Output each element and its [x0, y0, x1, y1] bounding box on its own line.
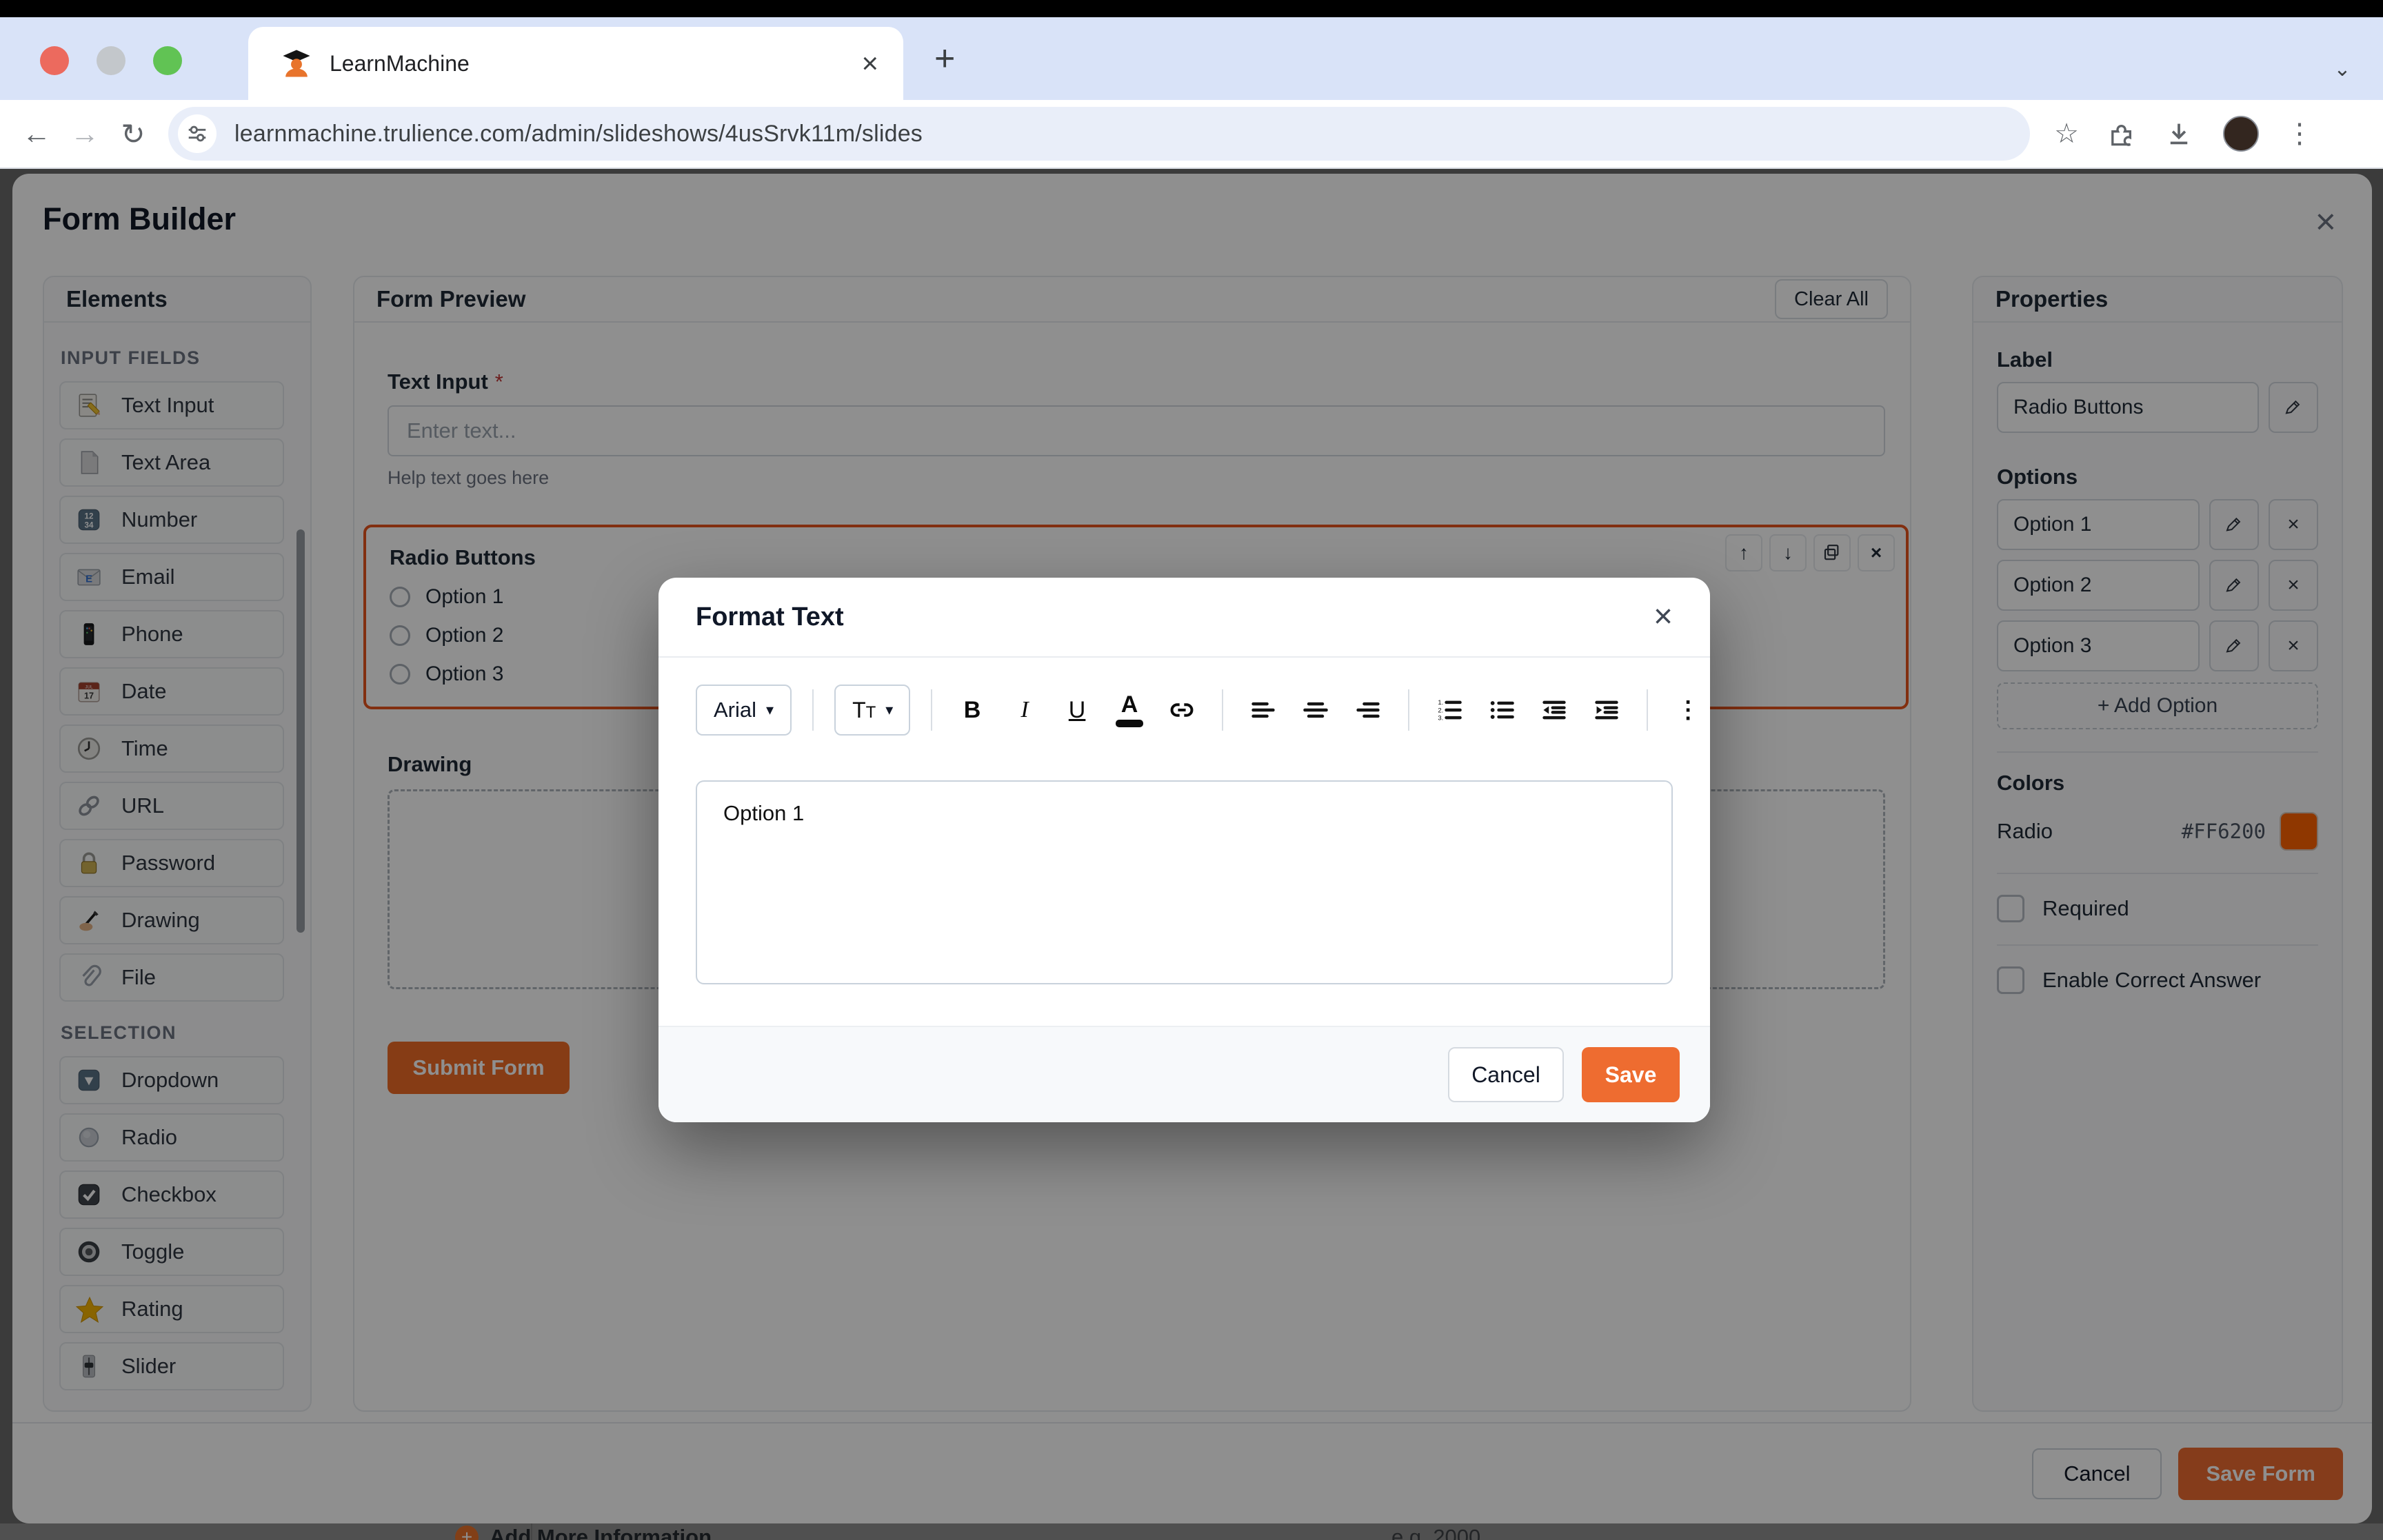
- align-left-button[interactable]: [1244, 691, 1283, 729]
- indent-icon: [1593, 696, 1620, 724]
- outdent-icon: [1540, 696, 1568, 724]
- browser-toolbar: ← → ↻ learnmachine.trulience.com/admin/s…: [0, 100, 2383, 169]
- insert-link-button[interactable]: [1163, 691, 1201, 729]
- forward-icon[interactable]: →: [61, 117, 109, 150]
- profile-avatar[interactable]: [2223, 116, 2259, 152]
- text-color-button[interactable]: A: [1110, 691, 1149, 729]
- link-icon: [1168, 696, 1196, 724]
- downloads-icon[interactable]: [2165, 120, 2200, 148]
- dialog-close-icon[interactable]: ×: [1653, 600, 1673, 634]
- site-favicon: [281, 48, 312, 79]
- align-center-icon: [1302, 696, 1329, 724]
- screen-top-bar: [0, 0, 2383, 17]
- minimize-window-button[interactable]: [97, 46, 125, 75]
- divider: [931, 689, 932, 731]
- url-text: learnmachine.trulience.com/admin/slidesh…: [234, 121, 923, 148]
- tab-title: LearnMachine: [330, 51, 861, 77]
- divider: [1408, 689, 1409, 731]
- tab-search-chevron-icon[interactable]: ⌄: [2322, 49, 2362, 89]
- ordered-list-icon: 1.2.3.: [1436, 696, 1463, 724]
- outdent-button[interactable]: [1535, 691, 1573, 729]
- format-toolbar: Arial ▾ TT ▾ B I U A 1.2.3. ⋮: [658, 658, 1710, 762]
- font-size-select[interactable]: TT ▾: [834, 685, 910, 736]
- rich-text-editor[interactable]: Option 1: [696, 780, 1673, 984]
- align-right-button[interactable]: [1349, 691, 1387, 729]
- bullet-list-icon: [1488, 696, 1516, 724]
- current-color-bar: [1116, 720, 1143, 727]
- text-size-icon: TT: [852, 698, 876, 723]
- svg-text:3.: 3.: [1438, 714, 1443, 722]
- format-text-dialog: Format Text × Arial ▾ TT ▾ B I U A 1.2.3…: [658, 578, 1710, 1122]
- extensions-icon[interactable]: [2107, 120, 2142, 148]
- chevron-down-icon: ▾: [766, 701, 774, 719]
- new-tab-button[interactable]: +: [934, 38, 955, 79]
- font-family-select[interactable]: Arial ▾: [696, 685, 792, 736]
- divider: [812, 689, 814, 731]
- bold-button[interactable]: B: [953, 691, 992, 729]
- close-window-button[interactable]: [40, 46, 69, 75]
- svg-text:1.: 1.: [1438, 699, 1443, 707]
- window-controls[interactable]: [40, 46, 182, 75]
- divider: [1647, 689, 1648, 731]
- url-bar[interactable]: learnmachine.trulience.com/admin/slidesh…: [168, 107, 2030, 161]
- divider: [1222, 689, 1223, 731]
- ordered-list-button[interactable]: 1.2.3.: [1430, 691, 1469, 729]
- dialog-cancel-button[interactable]: Cancel: [1448, 1047, 1564, 1102]
- site-info-icon[interactable]: [178, 114, 217, 153]
- align-right-icon: [1354, 696, 1382, 724]
- back-icon[interactable]: ←: [12, 117, 61, 150]
- bookmark-star-icon[interactable]: ☆: [2049, 118, 2084, 150]
- browser-tab[interactable]: LearnMachine ×: [248, 27, 903, 100]
- tab-close-icon[interactable]: ×: [861, 47, 878, 80]
- align-center-button[interactable]: [1296, 691, 1335, 729]
- zoom-window-button[interactable]: [153, 46, 182, 75]
- browser-tab-strip: LearnMachine × + ⌄: [0, 17, 2383, 100]
- chrome-menu-kebab-icon[interactable]: ⋮: [2282, 118, 2317, 150]
- italic-button[interactable]: I: [1005, 691, 1044, 729]
- dialog-footer: Cancel Save: [658, 1026, 1710, 1122]
- more-options-kebab-icon[interactable]: ⋮: [1669, 691, 1707, 729]
- dialog-save-button[interactable]: Save: [1582, 1047, 1680, 1102]
- align-left-icon: [1249, 696, 1277, 724]
- indent-button[interactable]: [1587, 691, 1626, 729]
- reload-icon[interactable]: ↻: [109, 117, 157, 151]
- svg-text:2.: 2.: [1438, 707, 1443, 714]
- chevron-down-icon: ▾: [885, 701, 893, 719]
- dialog-title: Format Text: [696, 602, 844, 632]
- bullet-list-button[interactable]: [1482, 691, 1521, 729]
- underline-button[interactable]: U: [1058, 691, 1096, 729]
